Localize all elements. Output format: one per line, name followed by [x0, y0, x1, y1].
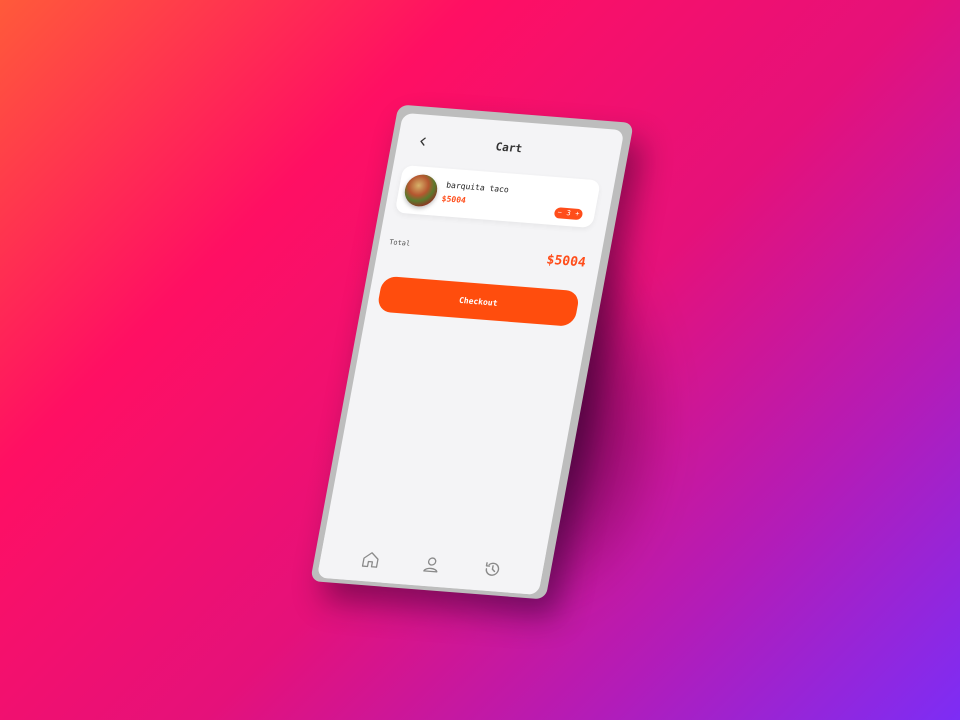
decrement-button[interactable]: − [556, 207, 563, 218]
nav-profile[interactable] [419, 553, 445, 576]
bottom-nav [316, 534, 547, 595]
cart-item: barquita taco $5004 − 3 + [394, 165, 601, 229]
total-value: $5004 [545, 252, 587, 271]
home-icon [362, 552, 379, 568]
item-name: barquita taco [445, 180, 510, 195]
quantity-value: 3 [565, 209, 572, 218]
nav-home[interactable] [358, 548, 384, 571]
total-label: Total [388, 238, 411, 248]
quantity-stepper: − 3 + [553, 207, 584, 221]
food-image [402, 173, 440, 208]
scene: Cart barquita taco $5004 − 3 + Total $50… [0, 0, 960, 720]
header: Cart [395, 131, 621, 172]
item-price: $5004 [440, 194, 467, 205]
history-icon [485, 562, 499, 576]
checkout-button[interactable]: Checkout [376, 275, 581, 327]
total-row: Total $5004 [386, 238, 588, 277]
nav-history[interactable] [479, 558, 505, 581]
increment-button[interactable]: + [574, 209, 581, 220]
user-icon [423, 557, 438, 573]
page-title: Cart [494, 140, 524, 156]
